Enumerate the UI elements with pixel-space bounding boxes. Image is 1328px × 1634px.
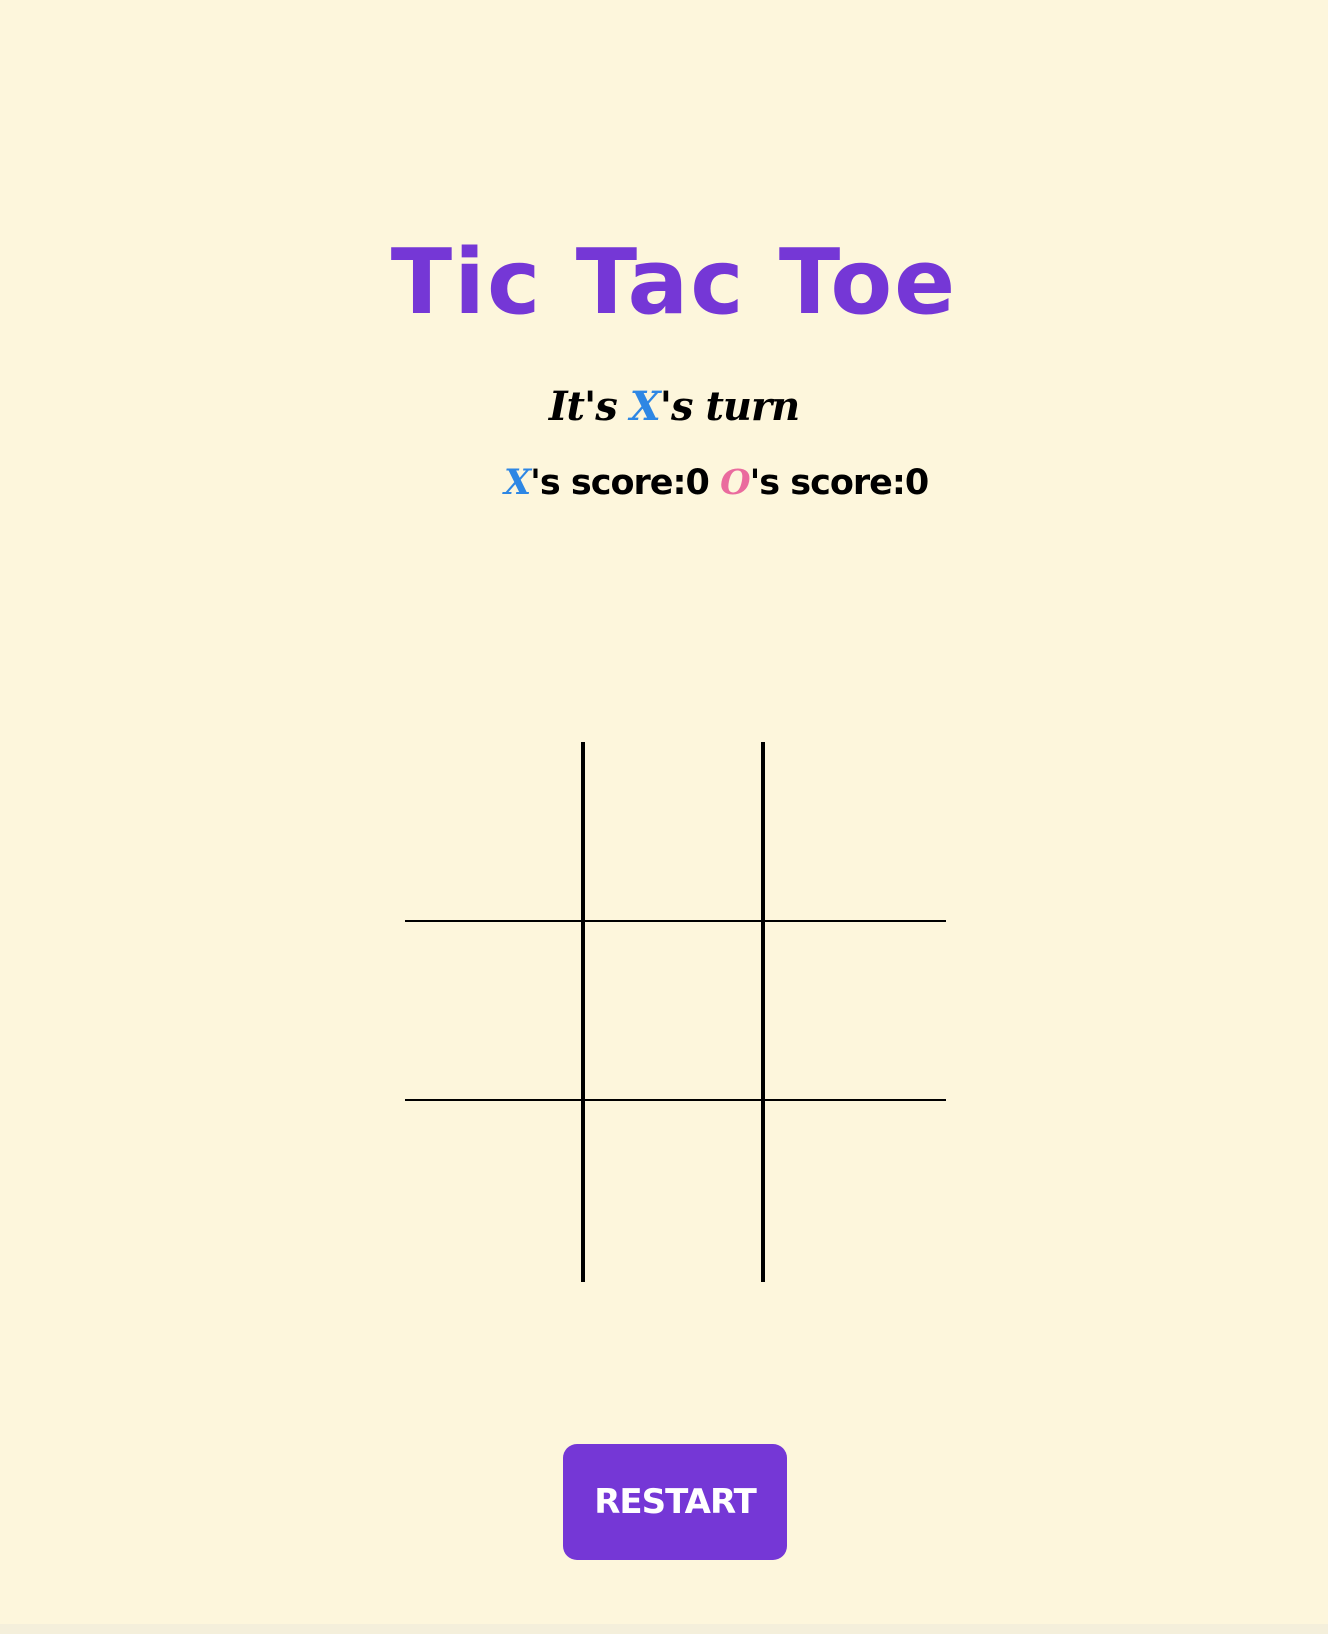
page-bottom-strip bbox=[0, 1624, 1328, 1634]
o-score-label: 's score: bbox=[749, 463, 906, 503]
turn-indicator: It's X's turn bbox=[0, 377, 1328, 437]
board-cell-6[interactable] bbox=[765, 922, 946, 1101]
board-cell-7[interactable] bbox=[405, 1101, 585, 1282]
turn-suffix: 's turn bbox=[659, 383, 800, 430]
board-cell-5[interactable] bbox=[585, 922, 765, 1101]
x-score-mark: X bbox=[504, 462, 531, 503]
board-cell-1[interactable] bbox=[405, 742, 585, 922]
restart-button[interactable]: RESTART bbox=[563, 1444, 787, 1560]
o-score-mark: O bbox=[720, 462, 750, 503]
o-score-value: 0 bbox=[904, 463, 929, 503]
board-cell-3[interactable] bbox=[765, 742, 946, 922]
turn-player-mark: X bbox=[629, 383, 661, 430]
board-cell-4[interactable] bbox=[405, 922, 585, 1101]
board-cell-9[interactable] bbox=[765, 1101, 946, 1282]
scoreboard: X's score:0 O's score:0 bbox=[504, 458, 929, 508]
turn-prefix: It's bbox=[548, 383, 630, 430]
board-cell-8[interactable] bbox=[585, 1101, 765, 1282]
game-board bbox=[405, 742, 946, 1282]
board-cell-2[interactable] bbox=[585, 742, 765, 922]
x-score-label: 's score: bbox=[530, 463, 686, 503]
x-score-value: 0 bbox=[685, 463, 710, 503]
game-title: Tic Tac Toe bbox=[390, 230, 958, 335]
